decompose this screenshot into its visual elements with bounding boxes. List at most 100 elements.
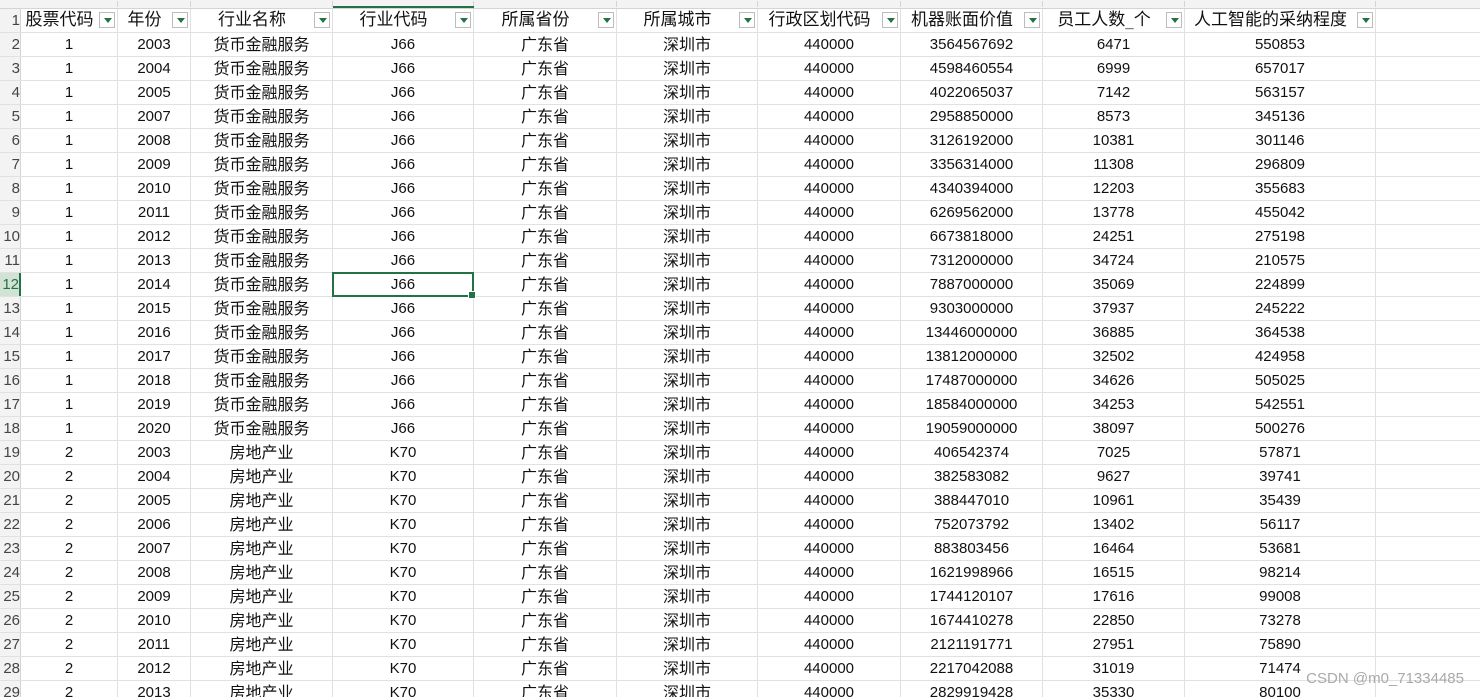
table-cell[interactable]: 广东省 — [474, 33, 617, 56]
table-cell[interactable]: 8573 — [1043, 105, 1185, 128]
table-cell[interactable]: 27951 — [1043, 633, 1185, 656]
table-cell[interactable]: 深圳市 — [617, 321, 758, 344]
table-cell[interactable]: 39741 — [1185, 465, 1376, 488]
row-number[interactable]: 25 — [0, 585, 21, 608]
table-cell[interactable]: 406542374 — [901, 441, 1043, 464]
table-cell[interactable]: 2 — [21, 537, 118, 560]
table-cell[interactable]: 2004 — [118, 57, 191, 80]
table-cell[interactable]: 广东省 — [474, 489, 617, 512]
table-cell[interactable]: J66 — [333, 369, 474, 392]
table-cell[interactable]: 440000 — [758, 513, 901, 536]
table-cell[interactable]: 13402 — [1043, 513, 1185, 536]
table-cell[interactable]: 2003 — [118, 33, 191, 56]
column-header[interactable]: 行业代码 — [333, 9, 474, 32]
table-cell[interactable]: K70 — [333, 513, 474, 536]
table-cell[interactable]: 1 — [21, 225, 118, 248]
table-cell[interactable]: 36885 — [1043, 321, 1185, 344]
table-cell[interactable]: 22850 — [1043, 609, 1185, 632]
table-cell[interactable]: 17616 — [1043, 585, 1185, 608]
row-number[interactable]: 24 — [0, 561, 21, 584]
table-cell[interactable]: 1 — [21, 273, 118, 296]
table-cell[interactable]: 深圳市 — [617, 657, 758, 680]
table-cell[interactable]: J66 — [333, 225, 474, 248]
table-cell[interactable]: 1621998966 — [901, 561, 1043, 584]
table-cell[interactable]: 4340394000 — [901, 177, 1043, 200]
table-cell[interactable]: K70 — [333, 537, 474, 560]
table-cell[interactable]: 35330 — [1043, 681, 1185, 697]
table-cell[interactable]: 1 — [21, 81, 118, 104]
table-cell[interactable]: 32502 — [1043, 345, 1185, 368]
table-cell[interactable]: 2 — [21, 561, 118, 584]
table-cell[interactable]: 440000 — [758, 537, 901, 560]
column-letter-divider[interactable] — [1184, 1, 1185, 7]
table-cell[interactable]: 3564567692 — [901, 33, 1043, 56]
table-cell[interactable]: 1 — [21, 57, 118, 80]
table-cell[interactable]: 1 — [21, 345, 118, 368]
table-cell[interactable]: 2011 — [118, 201, 191, 224]
table-cell[interactable]: 广东省 — [474, 273, 617, 296]
table-cell[interactable]: 2003 — [118, 441, 191, 464]
table-cell[interactable]: 广东省 — [474, 249, 617, 272]
table-cell[interactable]: 440000 — [758, 465, 901, 488]
table-cell[interactable]: J66 — [333, 105, 474, 128]
table-cell[interactable]: 2006 — [118, 513, 191, 536]
column-header[interactable]: 年份 — [118, 9, 191, 32]
row-number[interactable]: 17 — [0, 393, 21, 416]
column-letter-divider[interactable] — [1042, 1, 1043, 7]
table-cell[interactable]: 73278 — [1185, 609, 1376, 632]
filter-dropdown-icon[interactable] — [739, 12, 755, 28]
table-cell[interactable]: J66 — [333, 321, 474, 344]
table-cell[interactable]: 2005 — [118, 81, 191, 104]
table-cell[interactable]: 广东省 — [474, 177, 617, 200]
row-number[interactable]: 1 — [0, 9, 21, 32]
table-cell[interactable]: 1744120107 — [901, 585, 1043, 608]
table-cell[interactable]: 440000 — [758, 33, 901, 56]
table-cell[interactable]: 382583082 — [901, 465, 1043, 488]
table-cell[interactable]: 245222 — [1185, 297, 1376, 320]
table-cell[interactable]: 货币金融服务 — [191, 57, 333, 80]
column-header[interactable]: 所属省份 — [474, 9, 617, 32]
table-cell[interactable]: 广东省 — [474, 441, 617, 464]
table-cell[interactable]: 34253 — [1043, 393, 1185, 416]
table-cell[interactable]: 2 — [21, 609, 118, 632]
table-cell[interactable]: 广东省 — [474, 129, 617, 152]
table-cell[interactable]: 深圳市 — [617, 33, 758, 56]
table-cell[interactable]: 2 — [21, 657, 118, 680]
column-header[interactable]: 机器账面价值 — [901, 9, 1043, 32]
column-letter-divider[interactable] — [190, 1, 191, 7]
column-header[interactable]: 行业名称 — [191, 9, 333, 32]
table-cell[interactable]: J66 — [333, 249, 474, 272]
table-cell[interactable]: 12203 — [1043, 177, 1185, 200]
table-cell[interactable]: 深圳市 — [617, 105, 758, 128]
row-number[interactable]: 13 — [0, 297, 21, 320]
table-cell[interactable]: 广东省 — [474, 201, 617, 224]
table-cell[interactable]: K70 — [333, 465, 474, 488]
table-cell[interactable]: 2 — [21, 513, 118, 536]
table-cell[interactable]: 345136 — [1185, 105, 1376, 128]
row-number[interactable]: 19 — [0, 441, 21, 464]
table-cell[interactable]: 2007 — [118, 105, 191, 128]
table-cell[interactable]: 货币金融服务 — [191, 201, 333, 224]
table-cell[interactable]: 1 — [21, 153, 118, 176]
column-header[interactable]: 所属城市 — [617, 9, 758, 32]
table-cell[interactable]: 深圳市 — [617, 201, 758, 224]
table-cell[interactable]: 440000 — [758, 561, 901, 584]
table-cell[interactable]: 16515 — [1043, 561, 1185, 584]
table-cell[interactable]: 17487000000 — [901, 369, 1043, 392]
table-cell[interactable]: 440000 — [758, 201, 901, 224]
table-cell[interactable]: 广东省 — [474, 297, 617, 320]
table-cell[interactable]: 2007 — [118, 537, 191, 560]
filter-dropdown-icon[interactable] — [882, 12, 898, 28]
table-cell[interactable]: 440000 — [758, 129, 901, 152]
table-cell[interactable]: 99008 — [1185, 585, 1376, 608]
table-cell[interactable]: 38097 — [1043, 417, 1185, 440]
table-cell[interactable]: K70 — [333, 633, 474, 656]
table-cell[interactable]: K70 — [333, 609, 474, 632]
column-header[interactable]: 人工智能的采纳程度 — [1185, 9, 1376, 32]
table-cell[interactable]: 2958850000 — [901, 105, 1043, 128]
table-cell[interactable]: 广东省 — [474, 513, 617, 536]
table-cell[interactable]: 深圳市 — [617, 681, 758, 697]
table-cell[interactable]: J66 — [333, 57, 474, 80]
column-letter-divider[interactable] — [117, 1, 118, 7]
row-number[interactable]: 11 — [0, 249, 21, 272]
